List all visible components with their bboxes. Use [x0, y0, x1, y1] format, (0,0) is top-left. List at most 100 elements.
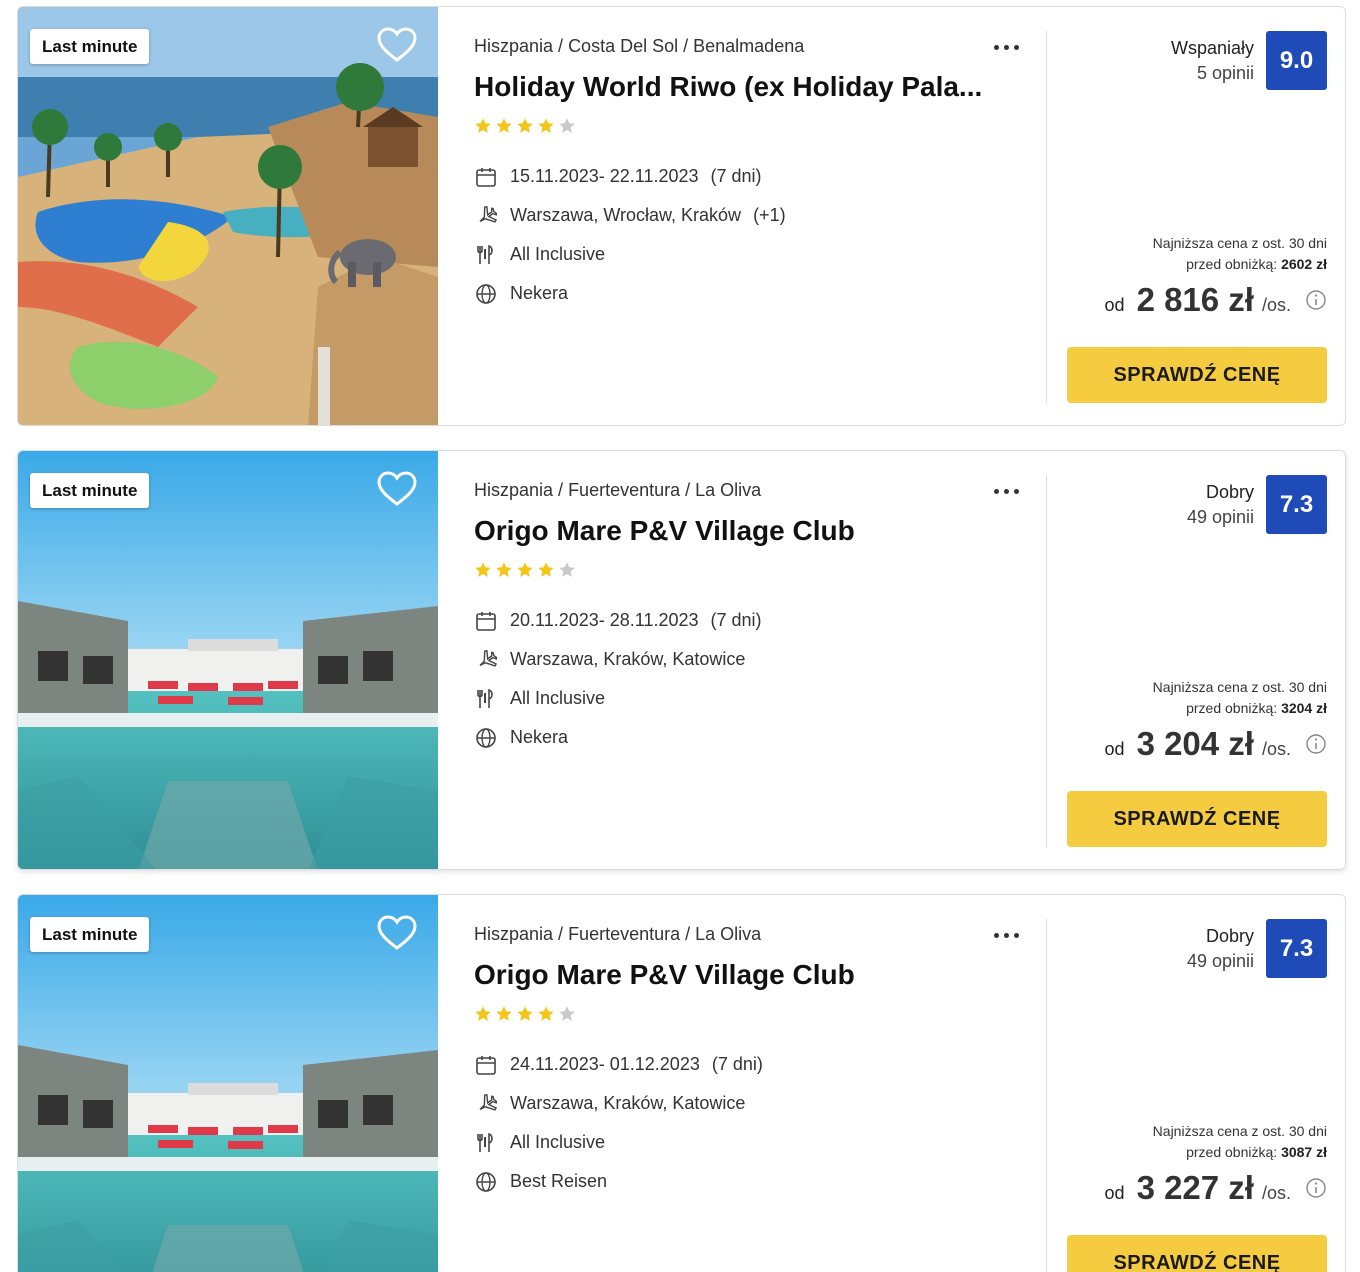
- hotel-photo[interactable]: Last minute: [18, 7, 438, 425]
- operator-row: Nekera: [474, 274, 786, 313]
- breadcrumb-city[interactable]: Benalmadena: [693, 36, 804, 56]
- breadcrumb-city[interactable]: La Oliva: [695, 924, 761, 944]
- check-price-button[interactable]: SPRAWDŹ CENĘ: [1067, 1235, 1327, 1272]
- operator-text: Best Reisen: [510, 1171, 608, 1191]
- calendar-icon: [474, 1053, 498, 1077]
- price-suffix: /os.: [1261, 1183, 1291, 1203]
- cutlery-icon: [474, 687, 498, 711]
- calendar-icon: [474, 165, 498, 189]
- price-suffix: /os.: [1261, 739, 1291, 759]
- breadcrumb-region[interactable]: Costa Del Sol: [568, 36, 678, 56]
- offer-info: Hiszpania / Costa Del Sol / Benalmadena Holi…: [474, 7, 1024, 425]
- offer-card[interactable]: Last minute Hiszpania / Fuerteventura / La O…: [17, 450, 1346, 870]
- favorite-heart-icon[interactable]: [377, 915, 417, 951]
- breadcrumb-country[interactable]: Hiszpania: [474, 480, 553, 500]
- departures-text: Warszawa, Kraków, Katowice: [510, 1093, 746, 1113]
- duration-text: (7 dni): [710, 166, 762, 186]
- review-summary[interactable]: Dobry 49 opinii 7.3: [1187, 475, 1327, 534]
- departures-row: Warszawa, Kraków, Katowice: [474, 1084, 763, 1123]
- offer-card[interactable]: Last minute Hiszpania / Fuerteventura / La O…: [17, 894, 1346, 1272]
- last-minute-badge: Last minute: [30, 29, 150, 64]
- duration-text: (7 dni): [711, 1054, 763, 1074]
- breadcrumb-separator: /: [685, 480, 691, 500]
- price-prefix: od: [1104, 739, 1125, 759]
- lowest-price-line2: przed obniżką:: [1186, 256, 1278, 272]
- hotel-title[interactable]: Origo Mare P&V Village Club: [474, 959, 994, 991]
- breadcrumb: Hiszpania / Fuerteventura / La Oliva: [474, 924, 761, 945]
- lowest-price-line1: Najniższa cena z ost. 30 dni: [1152, 1123, 1327, 1139]
- dates-row: 24.11.2023- 01.12.2023 (7 dni): [474, 1045, 763, 1084]
- price-amount: 3 227 zł: [1136, 1169, 1254, 1206]
- offer-card[interactable]: Last minute Hiszpania / Costa Del Sol / Bena…: [17, 6, 1346, 426]
- star-filled-icon: [538, 118, 554, 133]
- star-filled-icon: [517, 1006, 533, 1021]
- review-summary[interactable]: Wspaniały 5 opinii 9.0: [1171, 31, 1327, 90]
- lowest-price-line2: przed obniżką:: [1186, 1144, 1278, 1160]
- price-amount: 2 816 zł: [1136, 281, 1254, 318]
- star-filled-icon: [475, 118, 491, 133]
- check-price-button[interactable]: SPRAWDŹ CENĘ: [1067, 791, 1327, 847]
- star-filled-icon: [538, 562, 554, 577]
- star-empty-icon: [559, 118, 575, 133]
- info-icon[interactable]: [1305, 1177, 1327, 1199]
- star-filled-icon: [475, 1006, 491, 1021]
- lowest-price-value: 2602 zł: [1281, 256, 1327, 272]
- departures-text: Warszawa, Kraków, Katowice: [510, 649, 746, 669]
- breadcrumb-region[interactable]: Fuerteventura: [568, 480, 680, 500]
- breadcrumb-region[interactable]: Fuerteventura: [568, 924, 680, 944]
- more-options-icon[interactable]: [990, 35, 1022, 59]
- price-amount: 3 204 zł: [1136, 725, 1254, 762]
- dates-text: 15.11.2023- 22.11.2023: [510, 166, 699, 186]
- operator-row: Nekera: [474, 718, 762, 757]
- info-icon[interactable]: [1305, 733, 1327, 755]
- board-text: All Inclusive: [510, 688, 606, 708]
- star-filled-icon: [517, 118, 533, 133]
- star-filled-icon: [496, 562, 512, 577]
- price: od 3 204 zł /os.: [1105, 725, 1327, 763]
- price-prefix: od: [1104, 1183, 1125, 1203]
- globe-icon: [474, 726, 498, 750]
- star-rating: [474, 561, 576, 579]
- duration-text: (7 dni): [710, 610, 762, 630]
- plane-icon: [474, 204, 498, 228]
- lowest-price-line1: Najniższa cena z ost. 30 dni: [1152, 235, 1327, 251]
- reviews-count[interactable]: 49 opinii: [1187, 949, 1254, 973]
- review-summary[interactable]: Dobry 49 opinii 7.3: [1187, 919, 1327, 978]
- board-row: All Inclusive: [474, 1123, 763, 1162]
- more-options-icon[interactable]: [990, 923, 1022, 947]
- price-prefix: od: [1104, 295, 1125, 315]
- departures-text: Warszawa, Wrocław, Kraków: [510, 205, 742, 225]
- star-rating: [474, 117, 576, 135]
- hotel-title[interactable]: Holiday World Riwo (ex Holiday Pala...: [474, 71, 994, 103]
- hotel-photo[interactable]: Last minute: [18, 895, 438, 1272]
- reviews-count[interactable]: 49 opinii: [1187, 505, 1254, 529]
- plane-icon: [474, 648, 498, 672]
- check-price-button[interactable]: SPRAWDŹ CENĘ: [1067, 347, 1327, 403]
- breadcrumb-city[interactable]: La Oliva: [695, 480, 761, 500]
- offer-info: Hiszpania / Fuerteventura / La Oliva Origo M…: [474, 451, 1024, 869]
- last-minute-badge: Last minute: [30, 473, 150, 508]
- breadcrumb-country[interactable]: Hiszpania: [474, 36, 553, 56]
- offer-facts: 20.11.2023- 28.11.2023 (7 dni) Warszawa, …: [474, 601, 762, 757]
- hotel-title[interactable]: Origo Mare P&V Village Club: [474, 515, 994, 547]
- departures-row: Warszawa, Wrocław, Kraków (+1): [474, 196, 786, 235]
- lowest-price-note: Najniższa cena z ost. 30 dni przed obniż…: [1153, 1121, 1327, 1163]
- operator-text: Nekera: [510, 283, 569, 303]
- favorite-heart-icon[interactable]: [377, 471, 417, 507]
- reviews-count[interactable]: 5 opinii: [1171, 61, 1254, 85]
- star-empty-icon: [559, 1006, 575, 1021]
- board-text: All Inclusive: [510, 244, 606, 264]
- breadcrumb-country[interactable]: Hiszpania: [474, 924, 553, 944]
- departures-row: Warszawa, Kraków, Katowice: [474, 640, 762, 679]
- more-options-icon[interactable]: [990, 479, 1022, 503]
- offer-info: Hiszpania / Fuerteventura / La Oliva Origo M…: [474, 895, 1024, 1272]
- info-icon[interactable]: [1305, 289, 1327, 311]
- hotel-photo[interactable]: Last minute: [18, 451, 438, 869]
- price: od 2 816 zł /os.: [1105, 281, 1327, 319]
- operator-row: Best Reisen: [474, 1162, 763, 1201]
- star-filled-icon: [475, 562, 491, 577]
- departures-extra[interactable]: (+1): [753, 205, 786, 226]
- dates-text: 24.11.2023- 01.12.2023: [510, 1054, 700, 1074]
- favorite-heart-icon[interactable]: [377, 27, 417, 63]
- globe-icon: [474, 282, 498, 306]
